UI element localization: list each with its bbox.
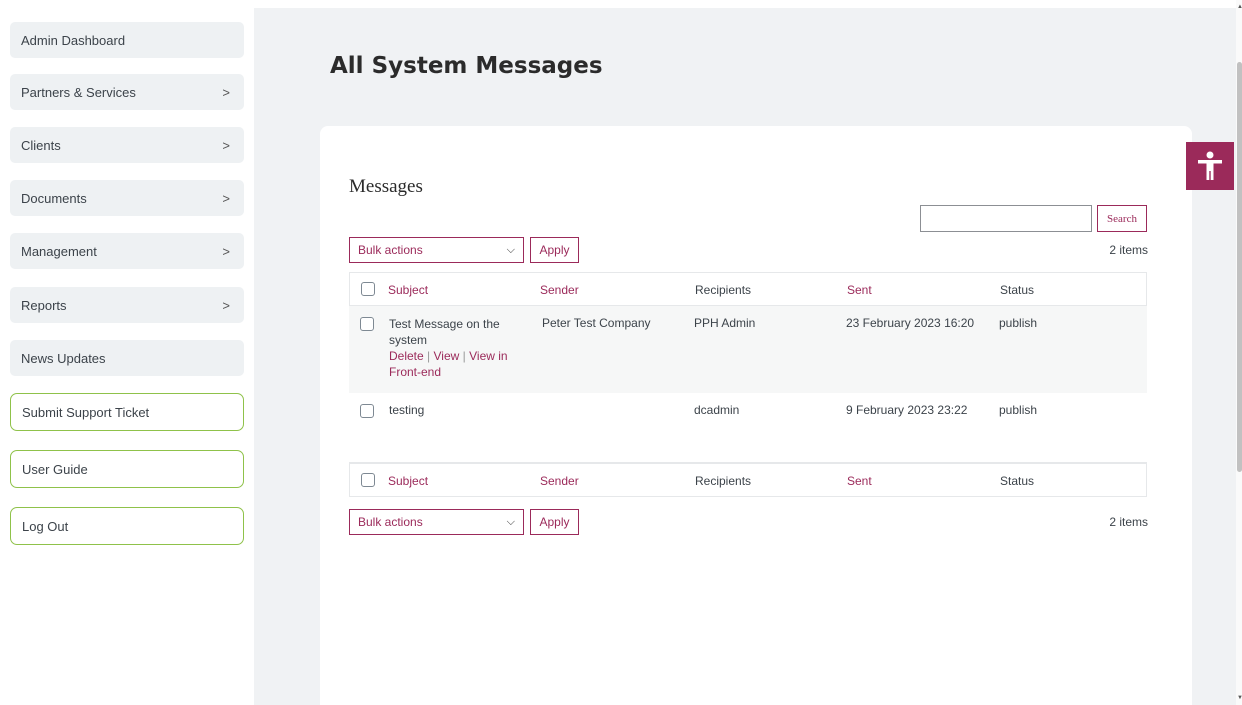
sidebar-item-label: Partners & Services [21,84,136,100]
sidebar-item-label: Documents [21,190,87,206]
sidebar-item-label: User Guide [22,461,88,477]
select-all-checkbox[interactable] [361,282,375,296]
select-all-checkbox[interactable] [361,473,375,487]
subject-link[interactable]: system [389,332,508,348]
table-row: Test Message on the system Delete | View… [349,306,1147,393]
sidebar: Admin Dashboard Partners & Services > Cl… [0,0,254,705]
sidebar-item-label: Reports [21,297,67,313]
recipients-cell: PPH Admin [694,316,756,330]
main-content: All System Messages Messages Search Bulk… [254,8,1236,705]
recipients-cell: dcadmin [694,403,740,417]
column-header-status: Status [1000,283,1035,297]
chevron-down-icon: ⌵ [506,243,515,256]
sidebar-item-label: Clients [21,137,61,153]
column-header-sender[interactable]: Sender [540,474,579,488]
sidebar-item-partners-services[interactable]: Partners & Services > [10,74,244,110]
sent-cell: 9 February 2023 23:22 [846,403,968,417]
scroll-down-icon[interactable]: ▼ [1237,695,1242,701]
table-footer: Subject Sender Recipients Sent Status [349,463,1147,497]
row-checkbox[interactable] [360,317,374,331]
sidebar-item-clients[interactable]: Clients > [10,127,244,163]
scroll-up-icon[interactable]: ▲ [1237,4,1242,10]
sidebar-item-label: Submit Support Ticket [22,404,150,420]
items-count-bottom: 2 items [1109,515,1148,529]
chevron-right-icon: > [222,297,230,313]
subject-link[interactable]: Test Message on the [389,316,508,332]
status-cell: publish [999,316,1038,330]
action-separator: | [427,349,431,363]
subject-link[interactable]: testing [389,403,424,417]
chevron-right-icon: > [222,84,230,100]
scrollbar-thumb[interactable] [1237,62,1242,472]
sidebar-item-user-guide[interactable]: User Guide [10,450,244,488]
delete-link[interactable]: Delete [389,349,424,363]
row-checkbox[interactable] [360,404,374,418]
accessibility-person-icon [1198,151,1222,180]
status-cell: publish [999,403,1038,417]
sidebar-item-label: Admin Dashboard [21,32,126,48]
sidebar-item-submit-support-ticket[interactable]: Submit Support Ticket [10,393,244,431]
column-header-status: Status [1000,474,1035,488]
bulk-actions-label: Bulk actions [358,243,423,257]
column-header-recipients: Recipients [695,283,752,297]
sidebar-item-log-out[interactable]: Log Out [10,507,244,545]
bulk-actions-select-bottom[interactable]: Bulk actions ⌵ [349,509,524,535]
search-button[interactable]: Search [1097,205,1147,232]
page-title: All System Messages [330,53,603,79]
sidebar-item-documents[interactable]: Documents > [10,180,244,216]
sender-cell: Peter Test Company [542,316,651,330]
subject-cell: Test Message on the system Delete | View… [389,316,508,380]
sidebar-item-management[interactable]: Management > [10,233,244,269]
column-header-sender[interactable]: Sender [540,283,579,297]
sidebar-item-news-updates[interactable]: News Updates [10,340,244,376]
sidebar-item-label: News Updates [21,350,106,366]
bulk-actions-label: Bulk actions [358,515,423,529]
column-header-sent[interactable]: Sent [847,474,872,488]
chevron-right-icon: > [222,137,230,153]
sidebar-item-reports[interactable]: Reports > [10,287,244,323]
view-link[interactable]: View [434,349,460,363]
chevron-right-icon: > [222,243,230,259]
chevron-down-icon: ⌵ [506,515,515,528]
messages-card: Messages Search Bulk actions ⌵ Apply 2 i… [320,126,1192,705]
column-header-recipients: Recipients [695,474,752,488]
search-input[interactable] [920,205,1092,232]
view-frontend-link[interactable]: Front-end [389,364,508,380]
column-header-subject[interactable]: Subject [388,283,428,297]
apply-button-top[interactable]: Apply [530,237,579,263]
table-row: testing dcadmin 9 February 2023 23:22 pu… [349,393,1147,463]
chevron-right-icon: > [222,190,230,206]
table-header: Subject Sender Recipients Sent Status [349,272,1147,306]
sidebar-item-label: Log Out [22,518,69,534]
sidebar-item-admin-dashboard[interactable]: Admin Dashboard [10,22,244,58]
column-header-subject[interactable]: Subject [388,474,428,488]
apply-button-bottom[interactable]: Apply [530,509,579,535]
section-title: Messages [349,176,423,197]
items-count-top: 2 items [1109,243,1148,257]
sent-cell: 23 February 2023 16:20 [846,316,975,330]
accessibility-button[interactable] [1186,142,1234,190]
sidebar-item-label: Management [21,243,97,259]
action-separator: | [462,349,466,363]
view-frontend-link[interactable]: View in [469,349,507,363]
column-header-sent[interactable]: Sent [847,283,872,297]
bulk-actions-select-top[interactable]: Bulk actions ⌵ [349,237,524,263]
